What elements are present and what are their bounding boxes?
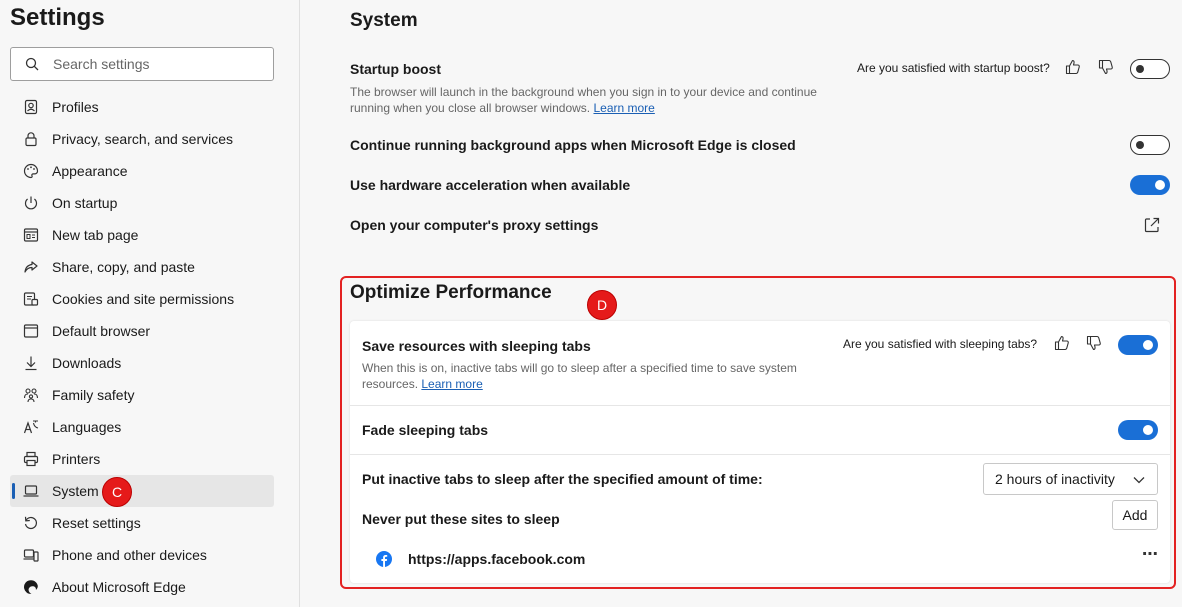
sidebar-item-default-browser[interactable]: Default browser bbox=[10, 315, 274, 347]
sidebar-item-label: Appearance bbox=[52, 163, 128, 179]
sidebar-item-share-copy-paste[interactable]: Share, copy, and paste bbox=[10, 251, 274, 283]
power-icon bbox=[22, 194, 40, 212]
sidebar-item-phone-devices[interactable]: Phone and other devices bbox=[10, 539, 274, 571]
startup-boost-feedback: Are you satisfied with startup boost? bbox=[857, 61, 1050, 75]
hardware-accel-toggle[interactable] bbox=[1130, 175, 1170, 195]
search-input[interactable] bbox=[53, 56, 253, 72]
divider bbox=[350, 405, 1170, 406]
hardware-accel-title: Use hardware acceleration when available bbox=[350, 177, 631, 193]
phone-icon bbox=[22, 546, 40, 564]
edge-icon bbox=[22, 578, 40, 596]
sidebar-title: Settings bbox=[10, 4, 105, 31]
printer-icon bbox=[22, 450, 40, 468]
reset-icon bbox=[22, 514, 40, 532]
laptop-icon bbox=[22, 482, 40, 500]
sidebar-item-label: Privacy, search, and services bbox=[52, 131, 234, 147]
sidebar-item-label: System bbox=[52, 483, 99, 499]
sidebar-item-label: Reset settings bbox=[52, 515, 141, 531]
main-content: System Startup boost The browser will la… bbox=[300, 0, 1182, 607]
share-icon bbox=[22, 258, 40, 276]
sidebar-item-label: Default browser bbox=[52, 323, 151, 339]
sidebar-item-appearance[interactable]: Appearance bbox=[10, 155, 274, 187]
startup-boost-toggle[interactable] bbox=[1130, 59, 1170, 79]
thumbs-up-icon[interactable] bbox=[1063, 57, 1083, 77]
sidebar-item-downloads[interactable]: Downloads bbox=[10, 347, 274, 379]
add-site-button[interactable]: Add bbox=[1112, 500, 1158, 530]
sidebar-item-label: Profiles bbox=[52, 99, 99, 115]
background-apps-toggle[interactable] bbox=[1130, 135, 1170, 155]
family-icon bbox=[22, 386, 40, 404]
thumbs-down-icon[interactable] bbox=[1096, 57, 1116, 77]
sidebar-item-printers[interactable]: Printers bbox=[10, 443, 274, 475]
startup-boost-title: Startup boost bbox=[350, 61, 441, 77]
external-link-icon[interactable] bbox=[1143, 216, 1161, 234]
sleep-after-title: Put inactive tabs to sleep after the spe… bbox=[362, 471, 763, 487]
section-title-performance: Optimize Performance bbox=[350, 282, 552, 303]
lock-icon bbox=[22, 130, 40, 148]
never-sleep-site-url: https://apps.facebook.com bbox=[408, 551, 586, 567]
language-icon bbox=[22, 418, 40, 436]
thumbs-up-icon[interactable] bbox=[1052, 333, 1072, 353]
sidebar-item-label: Downloads bbox=[52, 355, 122, 371]
sidebar-item-label: On startup bbox=[52, 195, 118, 211]
sidebar-item-label: Cookies and site permissions bbox=[52, 291, 235, 307]
chevron-down-icon bbox=[1133, 477, 1145, 484]
sidebar-item-on-startup[interactable]: On startup bbox=[10, 187, 274, 219]
thumbs-down-icon[interactable] bbox=[1084, 333, 1104, 353]
search-box[interactable] bbox=[10, 47, 274, 81]
annotation-marker-d: D bbox=[587, 290, 617, 320]
fade-sleeping-tabs-toggle[interactable] bbox=[1118, 420, 1158, 440]
palette-icon bbox=[22, 162, 40, 180]
sidebar-item-label: Family safety bbox=[52, 387, 135, 403]
sleeping-tabs-title: Save resources with sleeping tabs bbox=[362, 338, 591, 354]
cookies-icon bbox=[22, 290, 40, 308]
download-icon bbox=[22, 354, 40, 372]
sleep-after-value: 2 hours of inactivity bbox=[995, 471, 1115, 487]
sidebar-item-label: Printers bbox=[52, 451, 101, 467]
sidebar-item-system[interactable]: System bbox=[10, 475, 274, 507]
sidebar-item-label: About Microsoft Edge bbox=[52, 579, 186, 595]
proxy-settings-title[interactable]: Open your computer's proxy settings bbox=[350, 217, 598, 233]
sleep-after-dropdown[interactable]: 2 hours of inactivity bbox=[983, 463, 1158, 495]
fade-sleeping-tabs-title: Fade sleeping tabs bbox=[362, 422, 489, 438]
sidebar-nav: Profiles Privacy, search, and services A… bbox=[10, 91, 274, 603]
profile-icon bbox=[22, 98, 40, 116]
sleeping-tabs-desc: When this is on, inactive tabs will go t… bbox=[362, 360, 822, 392]
grid-icon bbox=[22, 226, 40, 244]
divider bbox=[350, 454, 1170, 455]
sidebar-item-label: Languages bbox=[52, 419, 122, 435]
sidebar-item-profiles[interactable]: Profiles bbox=[10, 91, 274, 123]
sleeping-tabs-learn-more-link[interactable]: Learn more bbox=[421, 377, 482, 391]
startup-boost-learn-more-link[interactable]: Learn more bbox=[593, 101, 654, 115]
sleeping-tabs-feedback: Are you satisfied with sleeping tabs? bbox=[843, 337, 1038, 351]
sidebar-item-privacy[interactable]: Privacy, search, and services bbox=[10, 123, 274, 155]
sidebar-item-cookies[interactable]: Cookies and site permissions bbox=[10, 283, 274, 315]
sidebar: Settings Profiles Privacy, search, and s… bbox=[0, 0, 300, 607]
sleeping-tabs-toggle[interactable] bbox=[1118, 335, 1158, 355]
facebook-icon bbox=[376, 551, 392, 567]
startup-boost-desc-text: The browser will launch in the backgroun… bbox=[350, 85, 817, 115]
section-title-system: System bbox=[350, 10, 418, 31]
browser-icon bbox=[22, 322, 40, 340]
background-apps-title: Continue running background apps when Mi… bbox=[350, 137, 796, 153]
startup-boost-desc: The browser will launch in the backgroun… bbox=[350, 84, 830, 116]
search-icon bbox=[25, 57, 39, 71]
sidebar-item-label: New tab page bbox=[52, 227, 139, 243]
sidebar-item-about-edge[interactable]: About Microsoft Edge bbox=[10, 571, 274, 603]
sidebar-item-reset-settings[interactable]: Reset settings bbox=[10, 507, 274, 539]
sidebar-item-languages[interactable]: Languages bbox=[10, 411, 274, 443]
sidebar-item-label: Share, copy, and paste bbox=[52, 259, 195, 275]
sidebar-item-label: Phone and other devices bbox=[52, 547, 207, 563]
sidebar-item-family-safety[interactable]: Family safety bbox=[10, 379, 274, 411]
sidebar-item-new-tab-page[interactable]: New tab page bbox=[10, 219, 274, 251]
more-options-icon[interactable]: ⋯ bbox=[1140, 547, 1160, 569]
annotation-marker-c: C bbox=[102, 477, 132, 507]
never-sleep-title: Never put these sites to sleep bbox=[362, 511, 560, 527]
